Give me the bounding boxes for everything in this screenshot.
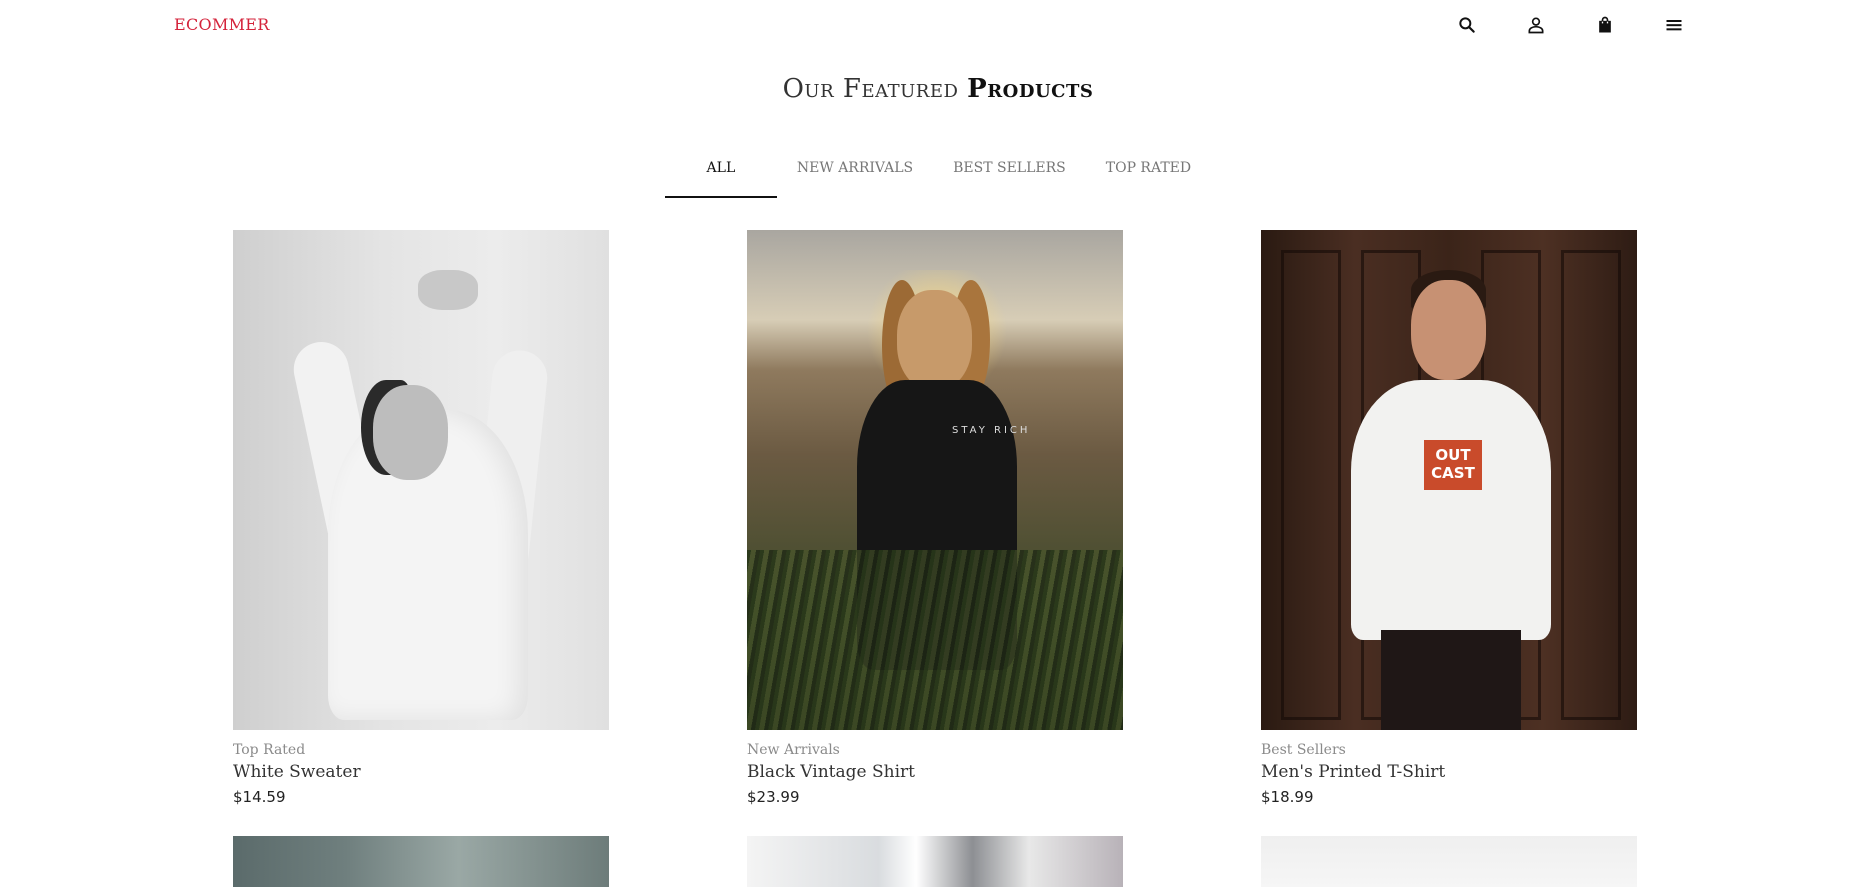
tab-top-rated[interactable]: TOP RATED (1086, 150, 1211, 198)
product-image[interactable]: STAY RICH (747, 230, 1123, 730)
section-title: Our Featured Products (0, 74, 1876, 104)
product-category[interactable]: New Arrivals (747, 742, 1123, 758)
product-price: $14.59 (233, 788, 286, 806)
site-header: ECOMMER (0, 0, 1876, 52)
product-image[interactable]: OUT CAST (1261, 230, 1637, 730)
product-category[interactable]: Top Rated (233, 742, 609, 758)
tab-best-sellers[interactable]: BEST SELLERS (933, 150, 1086, 198)
product-image[interactable] (233, 230, 609, 730)
bag-icon[interactable] (1594, 14, 1616, 36)
product-image[interactable] (233, 836, 609, 887)
brand-logo[interactable]: ECOMMER (174, 15, 270, 34)
filter-tabs: ALL NEW ARRIVALS BEST SELLERS TOP RATED (0, 150, 1876, 198)
user-icon[interactable] (1525, 14, 1547, 36)
product-name[interactable]: White Sweater (233, 762, 609, 782)
product-name[interactable]: Men's Printed T-Shirt (1261, 762, 1637, 782)
product-image[interactable] (1261, 836, 1637, 887)
shirt-print-text: OUT CAST (1424, 440, 1482, 490)
section-title-light: Our Featured (782, 74, 959, 104)
product-card[interactable]: OUT CAST Best Sellers Men's Printed T-Sh… (1261, 230, 1637, 806)
search-icon[interactable] (1456, 14, 1478, 36)
product-image[interactable] (747, 836, 1123, 887)
section-title-bold: Products (967, 74, 1094, 104)
product-price: $23.99 (747, 788, 800, 806)
product-card[interactable]: STAY RICH New Arrivals Black Vintage Shi… (747, 230, 1123, 806)
menu-icon[interactable] (1663, 14, 1685, 36)
shirt-print-text: STAY RICH (952, 425, 1031, 436)
product-name[interactable]: Black Vintage Shirt (747, 762, 1123, 782)
tab-new-arrivals[interactable]: NEW ARRIVALS (777, 150, 933, 198)
product-category[interactable]: Best Sellers (1261, 742, 1637, 758)
product-card[interactable]: Top Rated White Sweater $14.59 (233, 230, 609, 806)
tab-all[interactable]: ALL (664, 150, 777, 198)
product-price: $18.99 (1261, 788, 1314, 806)
